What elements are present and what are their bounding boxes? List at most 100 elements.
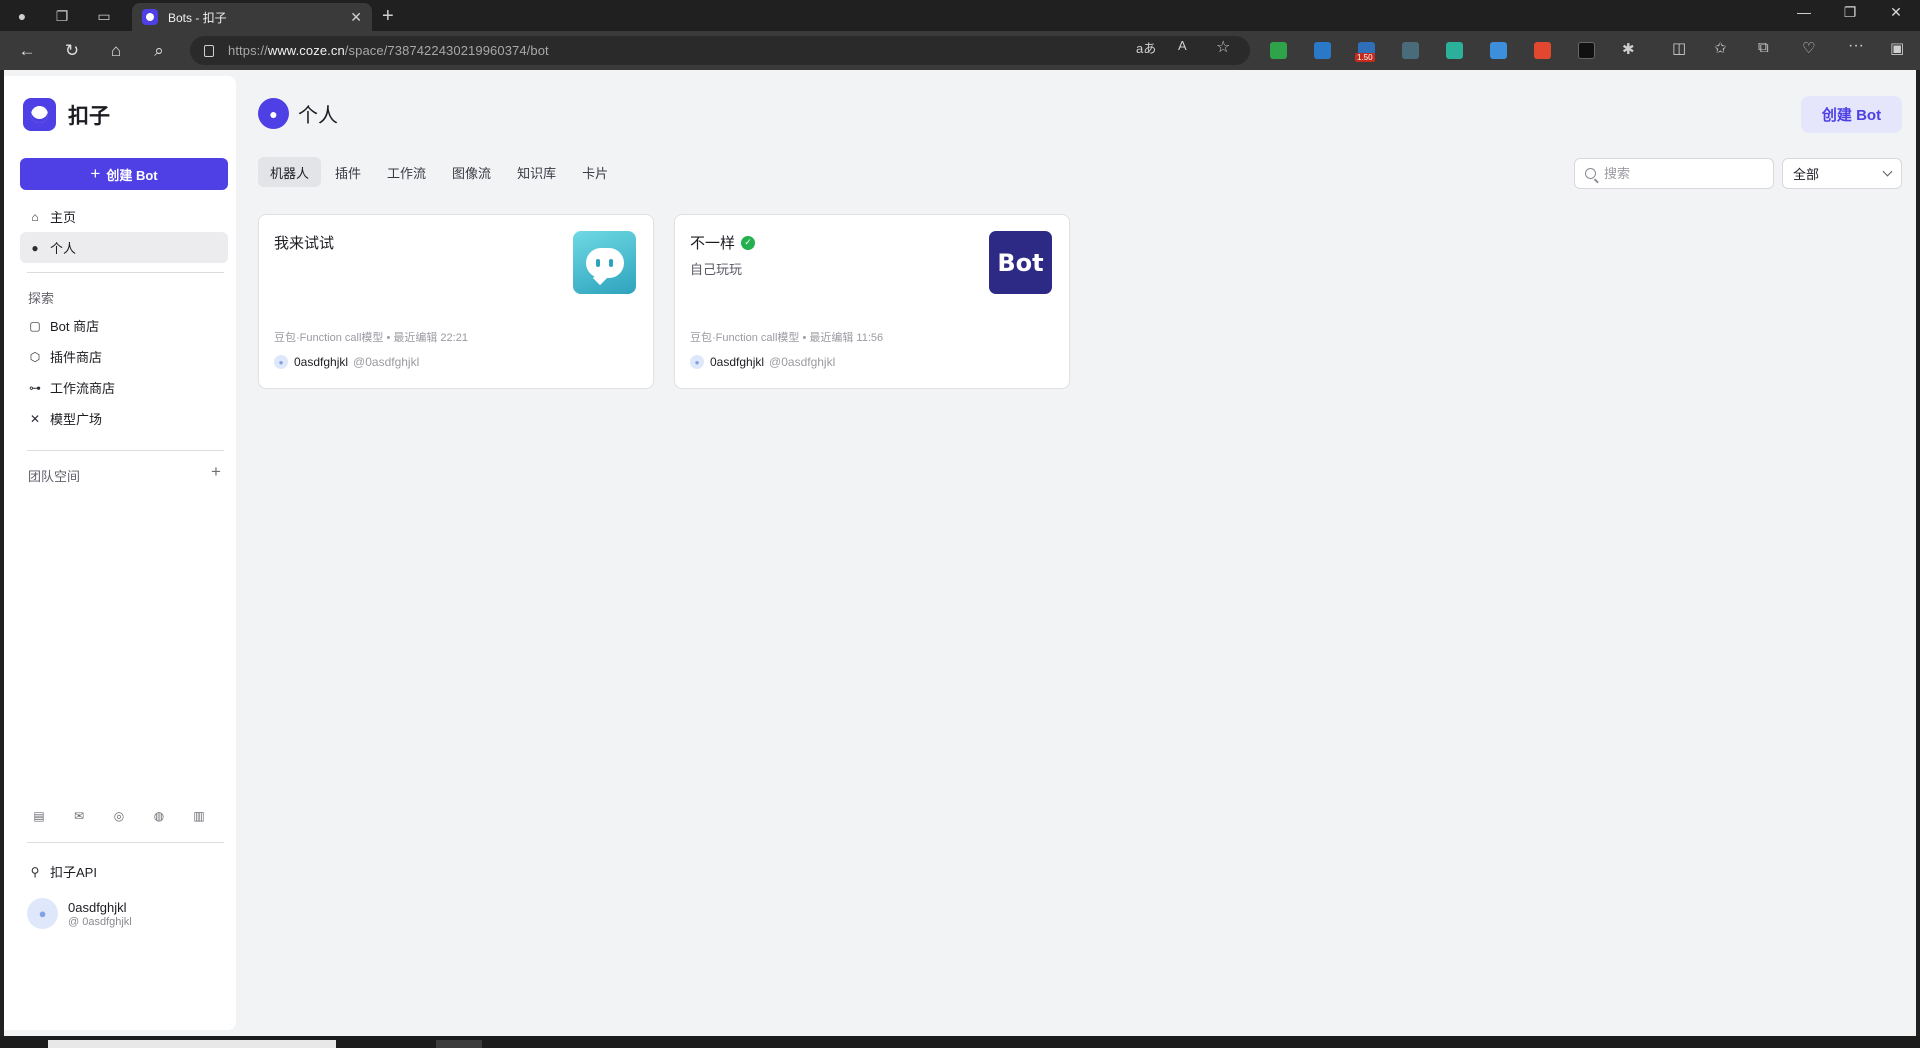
user-name: 0asdfghjkl: [68, 899, 127, 915]
author-name: 0asdfghjkl: [710, 355, 765, 369]
collections-icon[interactable]: ⧉: [1758, 39, 1769, 56]
search-browser-icon[interactable]: ⌕: [148, 40, 170, 62]
tab-workflows[interactable]: 工作流: [375, 157, 438, 187]
bot-card-title: 我来试试: [274, 235, 335, 252]
filter-select[interactable]: 全部: [1782, 158, 1902, 189]
sidebar-item-label: 模型广场: [50, 412, 103, 427]
window-close-icon[interactable]: ✕: [1876, 4, 1916, 21]
taskbar-search[interactable]: [48, 1040, 336, 1048]
read-aloud-icon[interactable]: A: [1178, 38, 1187, 53]
document-icon[interactable]: ▤: [32, 809, 46, 823]
author-avatar-icon: ●: [274, 355, 288, 369]
mail-icon[interactable]: ✉: [72, 809, 86, 823]
discount-extension-icon[interactable]: [1534, 42, 1551, 59]
brand-name: 扣子: [68, 104, 110, 128]
workspaces-icon[interactable]: ❐: [52, 6, 72, 26]
taskbar-app[interactable]: [436, 1040, 482, 1048]
tab-imageflows[interactable]: 图像流: [440, 157, 503, 187]
content-tabs: 机器人 插件 工作流 图像流 知识库 卡片: [258, 157, 620, 187]
cube-icon: ⬡: [29, 349, 41, 364]
sidebar-item-workflow-store[interactable]: ⊶ 工作流商店: [20, 372, 228, 403]
chat-icon[interactable]: ◎: [112, 809, 126, 823]
sidebar-toggle-icon[interactable]: ▣: [1890, 39, 1904, 57]
browser-health-icon[interactable]: ♡: [1802, 39, 1815, 57]
sidebar-item-model-square[interactable]: ✕ 模型广场: [20, 403, 228, 434]
restore-icon[interactable]: ❐: [1830, 4, 1870, 21]
model-icon: ✕: [29, 411, 41, 426]
team-space-title: 团队空间: [28, 469, 81, 484]
shield-extension-icon[interactable]: [1270, 42, 1287, 59]
browser-tab-bar: ● ❐ ▭ Bots - 扣子 ✕ + — ❐ ✕: [0, 0, 1920, 31]
sidebar-item-personal[interactable]: ● 个人: [20, 232, 228, 263]
tab-plugins[interactable]: 插件: [323, 157, 373, 187]
add-team-icon[interactable]: +: [211, 462, 221, 482]
plus-icon: +: [90, 164, 101, 183]
minimize-icon[interactable]: —: [1784, 4, 1824, 20]
split-screen-icon[interactable]: ◫: [1672, 39, 1686, 57]
bot-card-title: 不一样 ✓: [690, 232, 756, 253]
author-handle: @0asdfghjkl: [769, 355, 836, 369]
bot-card-author: ● 0asdfghjkl @0asdfghjkl: [274, 355, 419, 369]
chat-bubble-icon: [573, 231, 636, 294]
taskbar: [0, 1036, 1920, 1048]
header-create-bot-button[interactable]: 创建 Bot: [1801, 96, 1902, 133]
api-plug-icon: ⚲: [30, 864, 40, 879]
bot-card[interactable]: 不一样 ✓ 自己玩玩 Bot 豆包·Function call模型 • 最近编辑…: [674, 214, 1070, 389]
coze-api-link[interactable]: ⚲ 扣子API: [28, 862, 97, 881]
search-input[interactable]: [1604, 166, 1754, 181]
extensions-puzzle-icon[interactable]: ✱: [1622, 40, 1635, 58]
author-avatar-icon: ●: [690, 355, 704, 369]
extension-2-icon[interactable]: [1314, 42, 1331, 59]
extension-8-icon[interactable]: [1578, 42, 1595, 59]
more-icon[interactable]: ···: [1848, 37, 1864, 55]
favorites-icon[interactable]: ✩: [1714, 39, 1727, 57]
tab-actions-icon[interactable]: ▭: [94, 6, 114, 26]
address-bar: ← ↻ ⌂ ⌕ https://www.coze.cn/space/738742…: [0, 31, 1920, 70]
url-text: https://www.coze.cn/space/73874224302199…: [228, 43, 549, 58]
workflow-icon: ⊶: [29, 380, 41, 395]
new-tab-icon[interactable]: +: [382, 5, 394, 28]
home-browser-icon[interactable]: ⌂: [105, 40, 127, 62]
extension-5-icon[interactable]: [1446, 42, 1463, 59]
close-tab-icon[interactable]: ✕: [350, 9, 362, 26]
tab-bots[interactable]: 机器人: [258, 157, 322, 187]
author-handle: @0asdfghjkl: [353, 355, 420, 369]
bot-card[interactable]: 我来试试 豆包·Function call模型 • 最近编辑 22:21 ● 0…: [258, 214, 654, 389]
user-profile[interactable]: ● 0asdfghjkl @ 0asdfghjkl: [27, 898, 132, 929]
brand[interactable]: 扣子: [23, 98, 110, 131]
image-extension-icon[interactable]: [1490, 42, 1507, 59]
favorite-star-icon[interactable]: ☆: [1216, 37, 1230, 57]
refresh-icon[interactable]: ↻: [61, 40, 83, 62]
bot-card-meta: 豆包·Function call模型 • 最近编辑 22:21: [274, 332, 468, 344]
page-title: 个人: [298, 105, 338, 127]
sidebar-create-bot-button[interactable]: + 创建 Bot: [20, 158, 228, 190]
sidebar-item-plugin-store[interactable]: ⬡ 插件商店: [20, 341, 228, 372]
tab-knowledge[interactable]: 知识库: [505, 157, 568, 187]
coze-logo-icon: [23, 98, 56, 131]
personal-avatar-icon: ●: [258, 98, 289, 129]
home-icon: ⌂: [31, 209, 39, 224]
sidebar-item-home[interactable]: ⌂ 主页: [20, 201, 228, 232]
sidebar-item-label: 工作流商店: [50, 381, 116, 396]
back-icon[interactable]: ←: [16, 40, 38, 62]
profile-icon[interactable]: ●: [12, 6, 32, 26]
extension-badge: 1.50: [1355, 53, 1375, 62]
wechat-icon[interactable]: ◍: [152, 809, 166, 823]
lock-icon: [204, 44, 214, 57]
browser-tab-active[interactable]: Bots - 扣子 ✕: [132, 3, 372, 31]
stats-icon[interactable]: ▥: [192, 809, 206, 823]
sidebar-item-label: 主页: [50, 210, 77, 225]
person-icon: ●: [31, 240, 39, 255]
create-bot-label: 创建 Bot: [106, 167, 158, 183]
url-field[interactable]: https://www.coze.cn/space/73874224302199…: [190, 36, 1250, 65]
search-box: [1574, 158, 1774, 189]
bot-card-description: 自己玩玩: [690, 262, 743, 277]
sidebar-item-bot-store[interactable]: ▢ Bot 商店: [20, 310, 228, 341]
sidebar-divider: [27, 842, 224, 843]
sidebar-item-label: 个人: [50, 241, 77, 256]
translate-icon[interactable]: aあ: [1136, 38, 1156, 57]
author-name: 0asdfghjkl: [294, 355, 349, 369]
extension-4-icon[interactable]: [1402, 42, 1419, 59]
explore-section-title: 探索: [28, 291, 55, 306]
tab-cards[interactable]: 卡片: [570, 157, 620, 187]
